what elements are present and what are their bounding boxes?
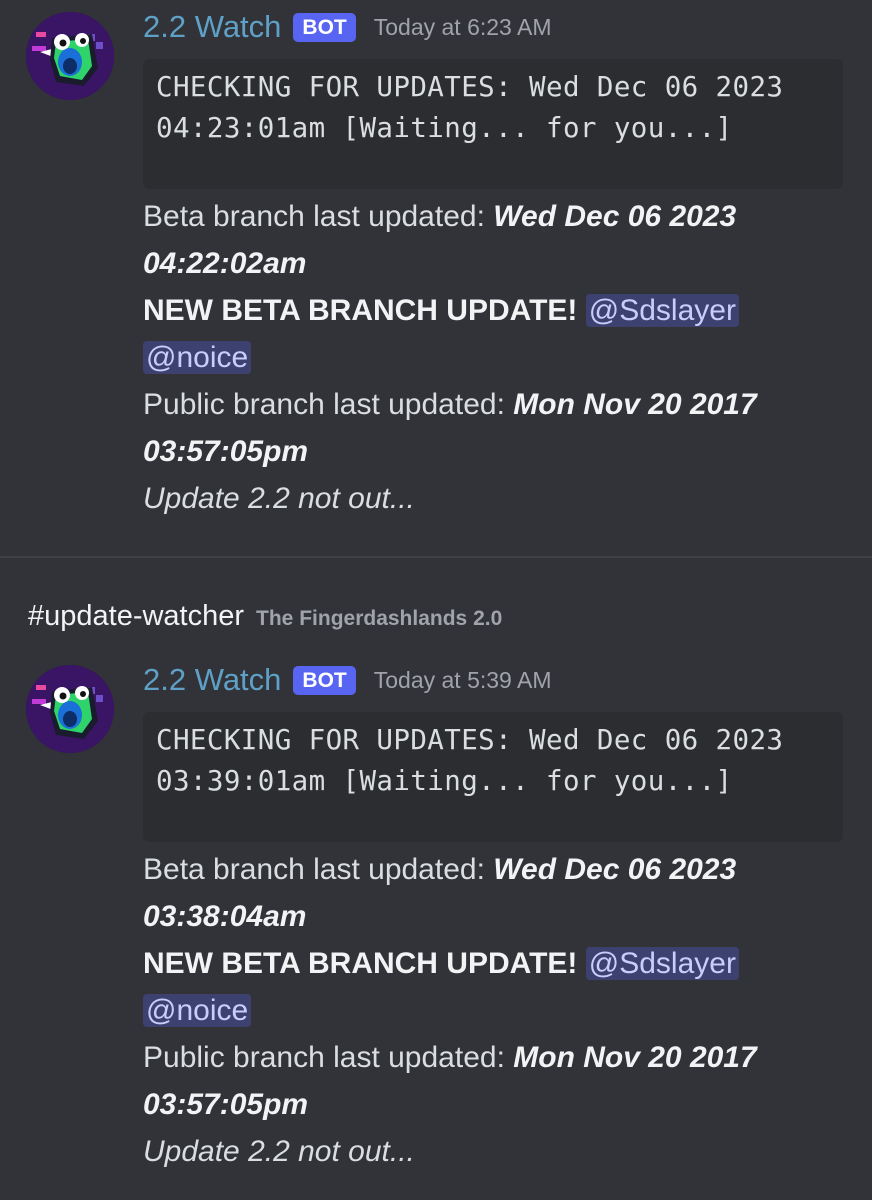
update-status-text: Update 2.2 not out... bbox=[143, 1135, 415, 1168]
beta-branch-label: Beta branch last updated: bbox=[143, 853, 494, 886]
new-update-line: NEW BETA BRANCH UPDATE! @Sdslayer @noice bbox=[143, 287, 848, 381]
server-name: The Fingerdashlands 2.0 bbox=[256, 607, 503, 630]
message-divider bbox=[0, 556, 872, 558]
mention-sdslayer[interactable]: @Sdslayer bbox=[585, 947, 739, 980]
public-branch-line: Public branch last updated: Mon Nov 20 2… bbox=[143, 381, 848, 475]
mention-noice[interactable]: @noice bbox=[143, 994, 252, 1027]
frog-avatar-icon bbox=[26, 12, 114, 100]
beta-branch-line: Beta branch last updated: Wed Dec 06 202… bbox=[143, 846, 848, 940]
public-branch-label: Public branch last updated: bbox=[143, 388, 514, 421]
update-status-text: Update 2.2 not out... bbox=[143, 482, 415, 515]
new-update-text: NEW BETA BRANCH UPDATE! bbox=[143, 947, 578, 980]
mention-sdslayer[interactable]: @Sdslayer bbox=[585, 294, 739, 327]
message-content: Beta branch last updated: Wed Dec 06 202… bbox=[143, 193, 848, 522]
code-block: CHECKING FOR UPDATES: Wed Dec 06 2023 03… bbox=[143, 712, 843, 842]
code-block: CHECKING FOR UPDATES: Wed Dec 06 2023 04… bbox=[143, 59, 843, 189]
author-name[interactable]: 2.2 Watch bbox=[143, 662, 281, 698]
bot-avatar[interactable] bbox=[26, 665, 114, 753]
channel-header: #update-watcher The Fingerdashlands 2.0 bbox=[28, 600, 502, 633]
channel-name[interactable]: #update-watcher bbox=[28, 600, 244, 633]
mention-noice[interactable]: @noice bbox=[143, 341, 252, 374]
message-header: 2.2 Watch BOT Today at 6:23 AM bbox=[143, 9, 551, 45]
beta-branch-line: Beta branch last updated: Wed Dec 06 202… bbox=[143, 193, 848, 287]
bot-badge: BOT bbox=[293, 12, 356, 42]
beta-branch-label: Beta branch last updated: bbox=[143, 200, 494, 233]
public-branch-line: Public branch last updated: Mon Nov 20 2… bbox=[143, 1034, 848, 1128]
new-update-line: NEW BETA BRANCH UPDATE! @Sdslayer @noice bbox=[143, 940, 848, 1034]
public-branch-label: Public branch last updated: bbox=[143, 1041, 514, 1074]
bot-badge: BOT bbox=[293, 665, 356, 695]
message-header: 2.2 Watch BOT Today at 5:39 AM bbox=[143, 662, 551, 698]
message-content: Beta branch last updated: Wed Dec 06 202… bbox=[143, 846, 848, 1175]
frog-avatar-icon bbox=[26, 665, 114, 753]
message-timestamp[interactable]: Today at 6:23 AM bbox=[374, 14, 552, 41]
new-update-text: NEW BETA BRANCH UPDATE! bbox=[143, 294, 578, 327]
message-timestamp[interactable]: Today at 5:39 AM bbox=[374, 667, 552, 694]
bot-avatar[interactable] bbox=[26, 12, 114, 100]
author-name[interactable]: 2.2 Watch bbox=[143, 9, 281, 45]
